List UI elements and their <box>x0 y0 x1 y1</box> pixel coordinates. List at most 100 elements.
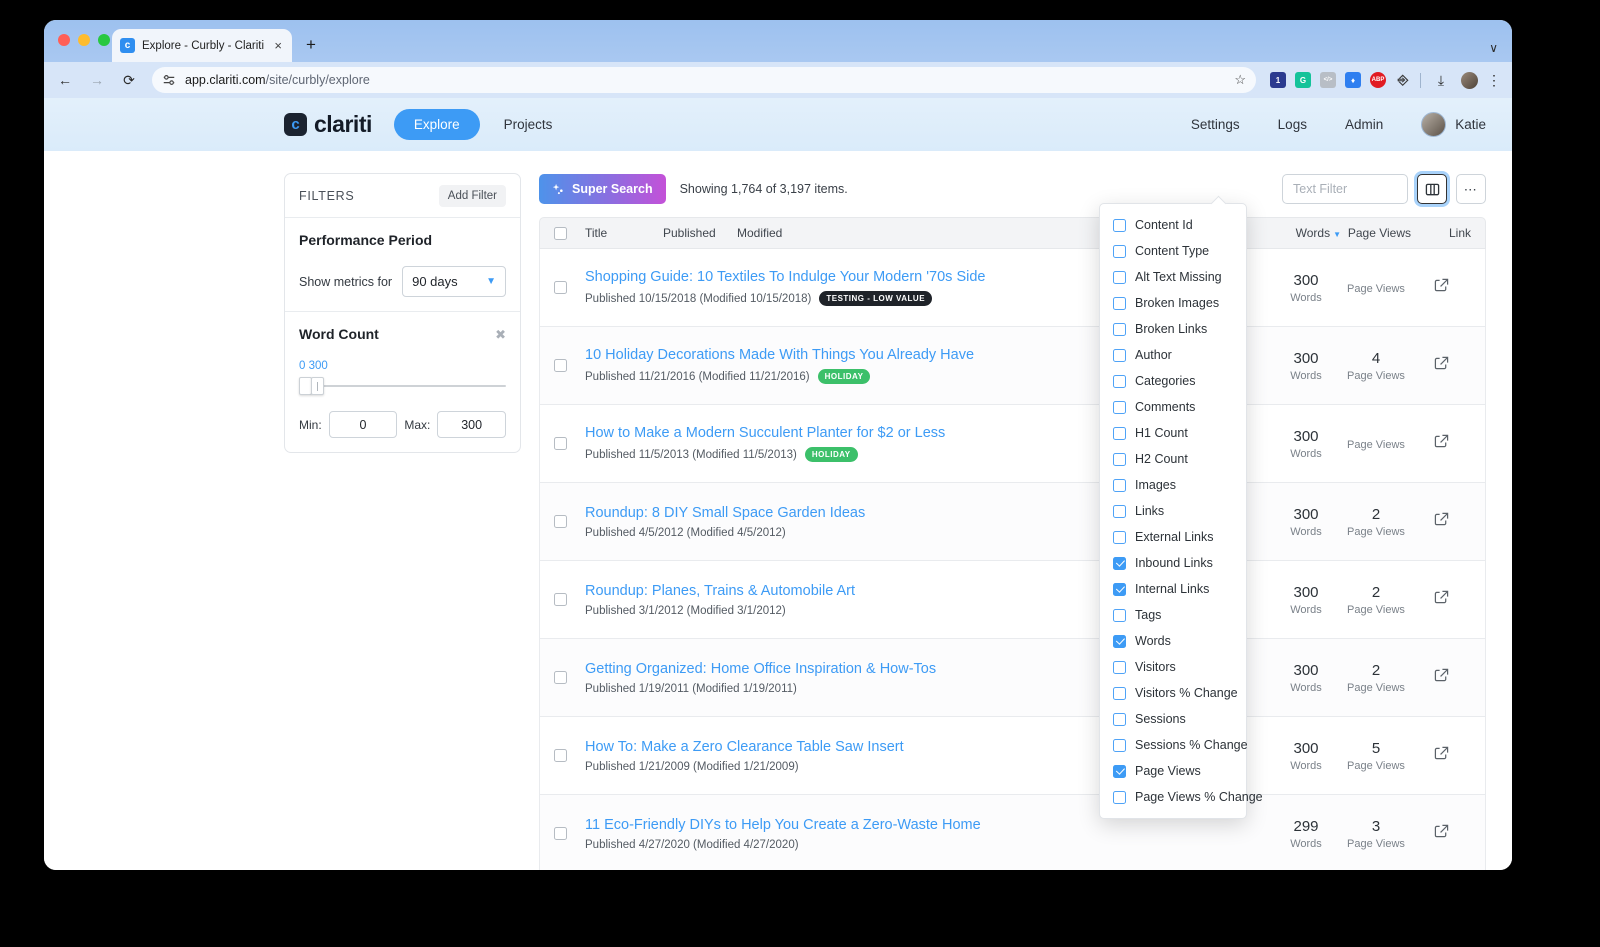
row-link-cell[interactable] <box>1411 746 1471 766</box>
columns-button[interactable] <box>1417 174 1447 204</box>
external-link-icon[interactable] <box>1434 590 1449 609</box>
table-row[interactable]: Shopping Guide: 10 Textiles To Indulge Y… <box>539 249 1486 327</box>
more-options-button[interactable]: ⋯ <box>1456 174 1486 204</box>
external-link-icon[interactable] <box>1434 278 1449 297</box>
remove-word-count-filter-icon[interactable]: ✖ <box>495 327 506 343</box>
window-controls[interactable] <box>58 34 110 46</box>
maximize-window-button[interactable] <box>98 34 110 46</box>
row-link-cell[interactable] <box>1411 824 1471 844</box>
row-link-cell[interactable] <box>1411 512 1471 532</box>
table-row[interactable]: 11 Eco-Friendly DIYs to Help You Create … <box>539 795 1486 870</box>
row-select-checkbox[interactable] <box>554 593 567 606</box>
external-link-icon[interactable] <box>1434 512 1449 531</box>
checkbox-unchecked-icon[interactable] <box>1113 478 1126 492</box>
table-row[interactable]: 10 Holiday Decorations Made With Things … <box>539 327 1486 405</box>
columns-dropdown-item[interactable]: H2 Count <box>1100 446 1246 472</box>
columns-dropdown-item[interactable]: Page Views % Change <box>1100 784 1263 810</box>
checkbox-unchecked-icon[interactable] <box>1113 218 1126 232</box>
row-select-checkbox[interactable] <box>554 671 567 684</box>
checkbox-unchecked-icon[interactable] <box>1113 322 1126 336</box>
grammarly-extension-icon[interactable]: G <box>1295 72 1311 88</box>
columns-dropdown-item[interactable]: Internal Links <box>1100 576 1246 602</box>
nav-item-explore[interactable]: Explore <box>393 109 480 140</box>
address-bar[interactable]: app.clariti.com/site/curbly/explore ☆ <box>152 67 1256 93</box>
new-tab-button[interactable]: + <box>306 35 316 55</box>
row-link-cell[interactable] <box>1411 356 1471 376</box>
table-row[interactable]: How To: Make a Zero Clearance Table Saw … <box>539 717 1486 795</box>
external-link-icon[interactable] <box>1434 746 1449 765</box>
minimize-window-button[interactable] <box>78 34 90 46</box>
row-select-checkbox[interactable] <box>554 827 567 840</box>
columns-dropdown-item[interactable]: Tags <box>1100 602 1246 628</box>
bookmark-star-icon[interactable]: ☆ <box>1234 72 1246 88</box>
columns-dropdown-item[interactable]: Visitors % Change <box>1100 680 1246 706</box>
text-filter-input[interactable]: Text Filter <box>1282 174 1408 204</box>
column-header-link[interactable]: Link <box>1411 226 1471 240</box>
external-link-icon[interactable] <box>1434 356 1449 375</box>
row-link-cell[interactable] <box>1411 590 1471 610</box>
columns-dropdown-item[interactable]: Images <box>1100 472 1246 498</box>
reload-icon[interactable]: ⟳ <box>118 69 140 91</box>
checkbox-checked-icon[interactable] <box>1113 582 1126 596</box>
columns-dropdown-item[interactable]: Categories <box>1100 368 1246 394</box>
super-search-button[interactable]: Super Search <box>539 174 666 204</box>
checkbox-unchecked-icon[interactable] <box>1113 504 1126 518</box>
select-all-checkbox[interactable] <box>554 226 567 240</box>
columns-dropdown-item[interactable]: Inbound Links <box>1100 550 1246 576</box>
columns-dropdown-item[interactable]: Sessions % Change <box>1100 732 1248 758</box>
external-link-icon[interactable] <box>1434 824 1449 843</box>
row-select-checkbox[interactable] <box>554 749 567 762</box>
tab-list-chevron-icon[interactable]: ∨ <box>1489 41 1498 55</box>
puzzle-extensions-icon[interactable]: ⎆ <box>1395 72 1411 88</box>
checkbox-unchecked-icon[interactable] <box>1113 686 1126 700</box>
row-select-checkbox[interactable] <box>554 359 567 372</box>
nav-item-admin[interactable]: Admin <box>1345 117 1383 132</box>
nav-item-projects[interactable]: Projects <box>504 117 553 132</box>
checkbox-unchecked-icon[interactable] <box>1113 426 1126 440</box>
checkbox-unchecked-icon[interactable] <box>1113 244 1126 258</box>
table-row[interactable]: Roundup: 8 DIY Small Space Garden Ideas P… <box>539 483 1486 561</box>
adblock-extension-icon[interactable]: ABP <box>1370 72 1386 88</box>
close-tab-icon[interactable]: × <box>272 39 284 52</box>
table-row[interactable]: Roundup: Planes, Trains & Automobile Art… <box>539 561 1486 639</box>
columns-dropdown-item[interactable]: Page Views <box>1100 758 1246 784</box>
external-link-icon[interactable] <box>1434 434 1449 453</box>
columns-dropdown-item[interactable]: External Links <box>1100 524 1246 550</box>
columns-dropdown-item[interactable]: Links <box>1100 498 1246 524</box>
checkbox-unchecked-icon[interactable] <box>1113 738 1126 752</box>
columns-dropdown-item[interactable]: Visitors <box>1100 654 1246 680</box>
nav-item-settings[interactable]: Settings <box>1191 117 1240 132</box>
row-select-checkbox[interactable] <box>554 281 567 294</box>
browser-profile-avatar[interactable] <box>1461 71 1478 89</box>
user-menu[interactable]: Katie <box>1421 112 1486 137</box>
row-link-cell[interactable] <box>1411 278 1471 298</box>
max-input[interactable]: 300 <box>437 411 506 438</box>
checkbox-unchecked-icon[interactable] <box>1113 530 1126 544</box>
columns-dropdown-item[interactable]: Words <box>1100 628 1246 654</box>
row-link-cell[interactable] <box>1411 668 1471 688</box>
checkbox-checked-icon[interactable] <box>1113 634 1126 648</box>
nav-item-logs[interactable]: Logs <box>1278 117 1307 132</box>
checkbox-unchecked-icon[interactable] <box>1113 270 1126 284</box>
downloads-icon[interactable]: ⤓ <box>1430 69 1452 91</box>
column-header-pageviews[interactable]: Page Views <box>1341 226 1411 240</box>
close-window-button[interactable] <box>58 34 70 46</box>
min-input[interactable]: 0 <box>328 411 398 438</box>
columns-dropdown-item[interactable]: Author <box>1100 342 1246 368</box>
row-link-cell[interactable] <box>1411 434 1471 454</box>
columns-dropdown-item[interactable]: Content Type <box>1100 238 1246 264</box>
checkbox-unchecked-icon[interactable] <box>1113 400 1126 414</box>
columns-dropdown-item[interactable]: Sessions <box>1100 706 1246 732</box>
browser-menu-icon[interactable]: ⋮ <box>1487 72 1502 89</box>
browser-tab[interactable]: c Explore - Curbly - Clariti × <box>112 29 292 62</box>
slider-handle-max[interactable] <box>311 377 324 395</box>
columns-dropdown-item[interactable]: Content Id <box>1100 212 1246 238</box>
checkbox-unchecked-icon[interactable] <box>1113 712 1126 726</box>
column-header-title[interactable]: Title <box>567 226 645 240</box>
code-extension-icon[interactable]: </> <box>1320 72 1336 88</box>
checkbox-unchecked-icon[interactable] <box>1113 348 1126 362</box>
checkbox-unchecked-icon[interactable] <box>1113 790 1126 804</box>
onepassword-extension-icon[interactable]: 1 <box>1270 72 1286 88</box>
columns-dropdown-item[interactable]: Comments <box>1100 394 1246 420</box>
checkbox-unchecked-icon[interactable] <box>1113 608 1126 622</box>
